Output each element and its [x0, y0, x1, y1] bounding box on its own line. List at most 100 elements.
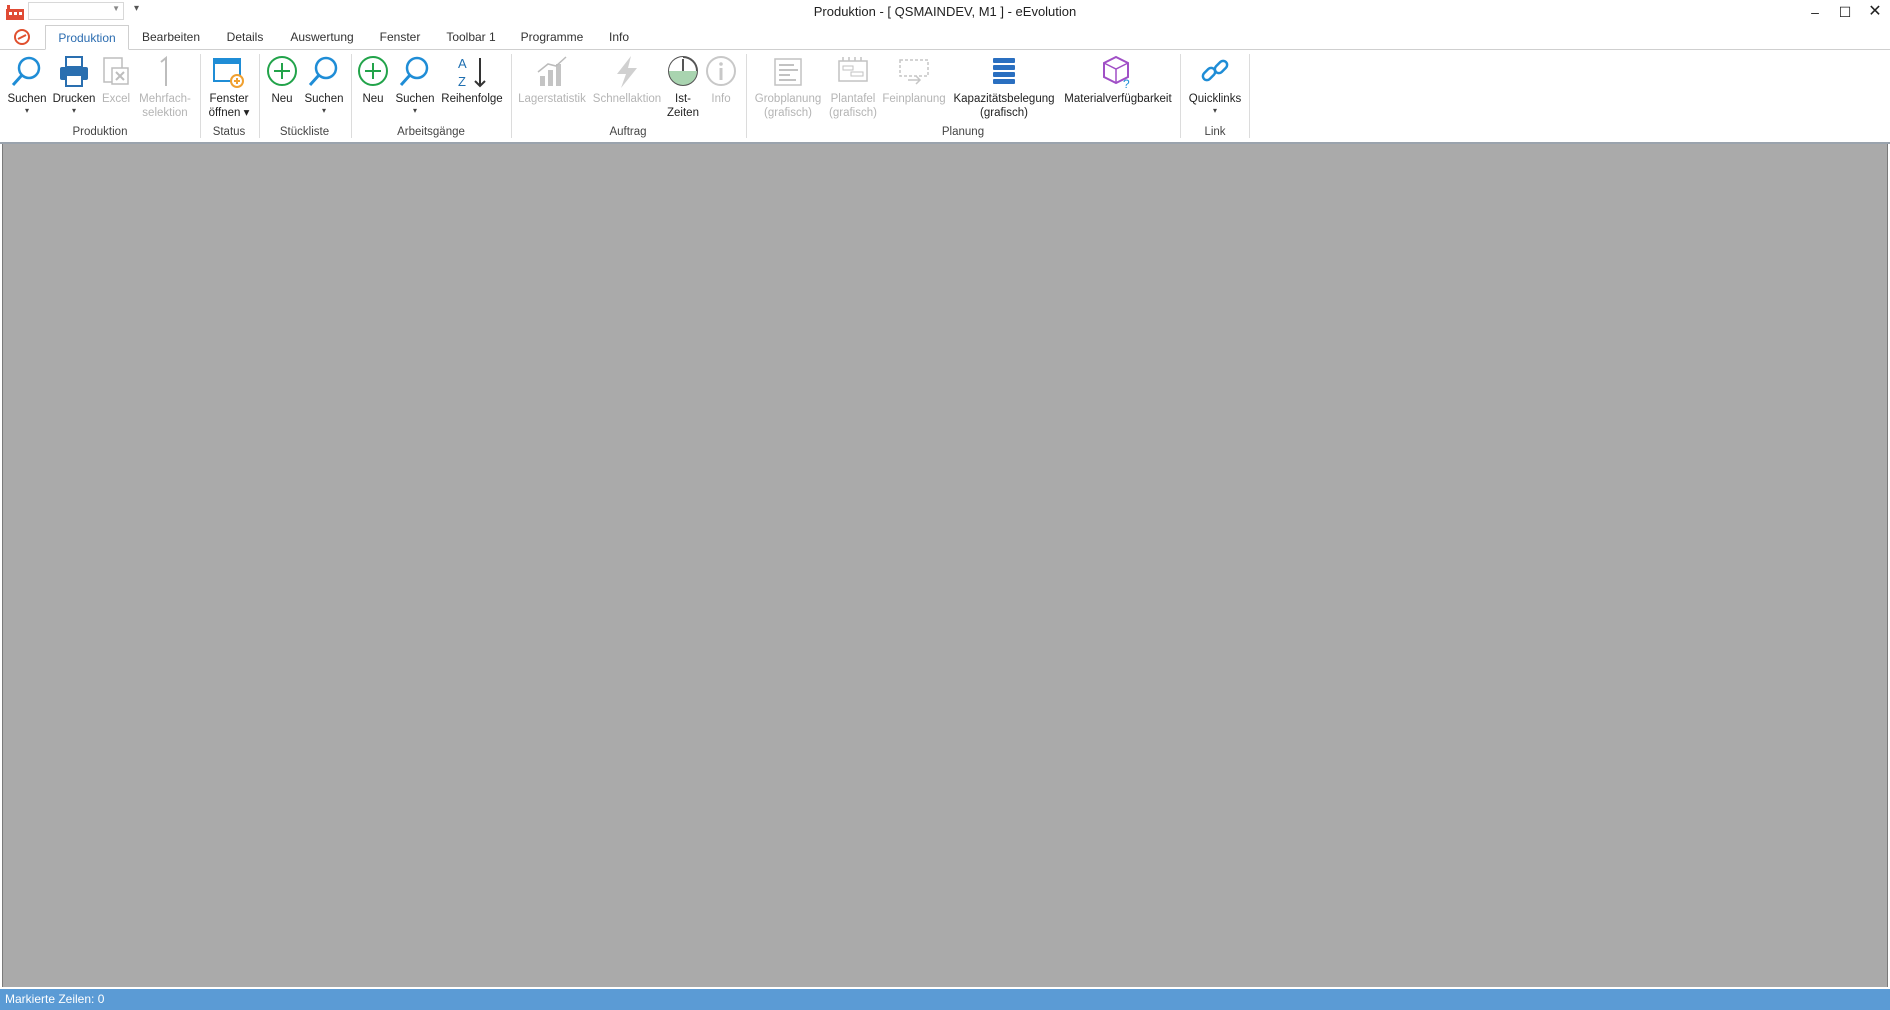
chevron-down-icon: ▾ — [71, 106, 76, 115]
materialverfuegbarkeit-button[interactable]: ? Materialverfügbarkeit — [1060, 54, 1176, 106]
mehrfachselektion-button[interactable]: Mehrfach- selektion — [136, 54, 194, 120]
produktion-suchen-label: Suchen — [7, 93, 47, 105]
kapazitaetsbelegung-button[interactable]: Kapazitätsbelegung (grafisch) — [950, 54, 1058, 120]
ribbon-tabs: Produktion Bearbeiten Details Auswertung… — [0, 25, 1890, 50]
tab-produktion[interactable]: Produktion — [45, 25, 129, 50]
group-label-stueckliste: Stückliste — [279, 126, 330, 138]
magnifier-icon — [308, 56, 338, 87]
link-icon — [1201, 59, 1229, 82]
app-menu-icon[interactable] — [8, 27, 36, 47]
sort-az-icon: A Z — [458, 56, 486, 89]
chevron-down-icon: ▾ — [24, 106, 29, 115]
plus-circle-icon — [267, 56, 297, 86]
close-button[interactable]: ✕ — [1860, 0, 1890, 24]
stueckliste-suchen-button[interactable]: Suchen ▾ — [302, 54, 346, 115]
info-icon — [706, 56, 736, 86]
chevron-down-icon: ▾ — [412, 106, 417, 115]
stueckliste-suchen-label: Suchen — [304, 93, 344, 105]
grobplanung-label-1: Grobplanung — [754, 93, 822, 105]
excel-button[interactable]: Excel — [98, 54, 134, 106]
excel-label: Excel — [101, 93, 131, 105]
chevron-down-icon: ▾ — [1212, 106, 1217, 115]
lagerstatistik-button[interactable]: Lagerstatistik — [514, 54, 590, 106]
plantafel-label-1: Plantafel — [830, 93, 876, 105]
ist-zeiten-label-1: Ist- — [675, 93, 691, 105]
grobplanung-button[interactable]: Grobplanung (grafisch) — [750, 54, 826, 120]
mdi-workspace[interactable] — [2, 144, 1888, 987]
status-bar: Markierte Zeilen: 0 — [0, 989, 1890, 1010]
tab-bearbeiten[interactable]: Bearbeiten — [137, 25, 205, 49]
selected-rows-count: Markierte Zeilen: 0 — [5, 992, 105, 1006]
maximize-button[interactable]: ☐ — [1830, 0, 1860, 24]
plus-circle-icon — [358, 56, 388, 86]
excel-icon — [103, 57, 129, 85]
cube-question-icon: ? — [1103, 55, 1130, 90]
reihenfolge-button[interactable]: A Z Reihenfolge — [438, 54, 506, 106]
drucken-button[interactable]: Drucken ▾ — [51, 54, 97, 115]
plantafel-label-2: (grafisch) — [829, 107, 877, 119]
svg-text:Z: Z — [458, 74, 466, 89]
fenster-oeffnen-button[interactable]: Fenster öffnen ▾ — [204, 54, 254, 120]
arbeitsgaenge-suchen-label: Suchen — [395, 93, 435, 105]
group-label-produktion: Produktion — [72, 126, 128, 138]
plantafel-button[interactable]: Plantafel (grafisch) — [827, 54, 879, 120]
window-title: Produktion - [ QSMAINDEV, M1 ] - eEvolut… — [813, 4, 1077, 19]
fine-plan-icon — [899, 59, 929, 85]
stack-icon — [993, 58, 1015, 84]
quicklinks-label: Quicklinks — [1188, 93, 1242, 105]
feinplanung-button[interactable]: Feinplanung — [880, 54, 948, 106]
number-one-icon — [160, 55, 167, 86]
arbeitsgaenge-suchen-button[interactable]: Suchen ▾ — [393, 54, 437, 115]
chevron-down-icon: ▾ — [321, 106, 326, 115]
plan-board-icon — [838, 57, 868, 82]
minimize-button[interactable]: – — [1800, 0, 1830, 24]
pie-clock-icon — [668, 56, 698, 86]
auftrag-info-button[interactable]: Info — [703, 54, 739, 106]
stueckliste-neu-button[interactable]: Neu — [263, 54, 301, 106]
group-label-status: Status — [212, 126, 246, 138]
drucken-label: Drucken — [52, 93, 96, 105]
group-label-auftrag: Auftrag — [609, 126, 647, 138]
schnellaktion-button[interactable]: Schnellaktion — [591, 54, 663, 106]
gantt-icon — [774, 58, 802, 86]
grobplanung-label-2: (grafisch) — [764, 107, 812, 119]
fenster-oeffnen-label-2: öffnen ▾ — [208, 107, 250, 119]
group-label-link: Link — [1204, 126, 1226, 138]
ist-zeiten-label-2: Zeiten — [667, 107, 699, 119]
ribbon: Suchen ▾ Drucken ▾ Excel Mehrfach- selek… — [0, 50, 1890, 144]
feinplanung-label: Feinplanung — [882, 93, 946, 105]
kapazitaetsbelegung-label-1: Kapazitätsbelegung — [953, 93, 1055, 105]
title-bar: ▼ ▾ Produktion - [ QSMAINDEV, M1 ] - eEv… — [0, 0, 1890, 25]
schnellaktion-label: Schnellaktion — [592, 93, 662, 105]
ist-zeiten-button[interactable]: Ist- Zeiten — [664, 54, 702, 120]
produktion-suchen-button[interactable]: Suchen ▾ — [5, 54, 49, 115]
tab-auswertung[interactable]: Auswertung — [284, 25, 360, 49]
group-label-arbeitsgaenge: Arbeitsgänge — [397, 126, 465, 138]
group-label-planung: Planung — [941, 126, 985, 138]
printer-icon — [60, 56, 88, 87]
mehrfachselektion-label-2: selektion — [142, 107, 188, 119]
quicklinks-button[interactable]: Quicklinks ▾ — [1184, 54, 1246, 115]
magnifier-icon — [11, 56, 41, 87]
lightning-icon — [617, 56, 637, 88]
svg-text:A: A — [458, 56, 467, 71]
svg-text:?: ? — [1123, 77, 1130, 90]
tab-programme[interactable]: Programme — [516, 25, 588, 49]
arbeitsgaenge-neu-label: Neu — [362, 93, 384, 105]
tab-info[interactable]: Info — [602, 25, 636, 49]
reihenfolge-label: Reihenfolge — [441, 93, 503, 105]
tab-toolbar-1[interactable]: Toolbar 1 — [440, 25, 502, 49]
magnifier-icon — [399, 56, 429, 87]
bar-chart-icon — [537, 56, 567, 86]
auftrag-info-label: Info — [711, 93, 731, 105]
kapazitaetsbelegung-label-2: (grafisch) — [980, 107, 1028, 119]
window-add-icon — [213, 58, 244, 88]
tab-fenster[interactable]: Fenster — [374, 25, 426, 49]
tab-details[interactable]: Details — [219, 25, 271, 49]
group-separator — [1249, 54, 1250, 138]
arbeitsgaenge-neu-button[interactable]: Neu — [354, 54, 392, 106]
lagerstatistik-label: Lagerstatistik — [518, 93, 586, 105]
fenster-oeffnen-label-1: Fenster — [209, 93, 249, 105]
stueckliste-neu-label: Neu — [271, 93, 293, 105]
mehrfachselektion-label-1: Mehrfach- — [139, 93, 191, 105]
